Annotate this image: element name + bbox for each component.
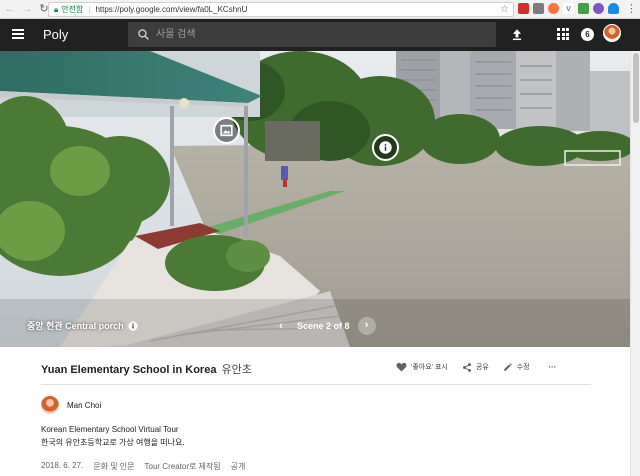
scene-caption: 중앙 현관 Central porch — [27, 319, 138, 332]
user-avatar[interactable] — [603, 24, 621, 42]
lock-icon: 🔒︎ — [54, 4, 59, 14]
heart-icon — [396, 362, 407, 372]
share-button[interactable]: 공유 — [462, 362, 489, 373]
back-icon[interactable]: ← — [3, 2, 17, 16]
scene-counter: Scene 2 of 8 — [297, 321, 350, 331]
more-options-icon[interactable]: ··· — [548, 361, 557, 373]
url-text: https://poly.google.com/view/fa0L_KCshnU — [95, 5, 248, 14]
author-avatar[interactable] — [41, 396, 59, 414]
publish-date: 2018. 6. 27. — [41, 461, 84, 470]
pencil-icon — [503, 363, 512, 371]
browser-toolbar: ← → ↻ 🔒︎ 안전함 | https://poly.google.com/v… — [0, 0, 640, 19]
extension-icon-gray[interactable] — [533, 3, 544, 14]
category-link[interactable]: 문화 및 인문 — [93, 461, 134, 472]
search-icon — [138, 29, 149, 40]
app-header: Poly 6 — [0, 19, 640, 51]
chrome-menu-icon[interactable]: ⋮ — [626, 2, 637, 15]
page-scrollbar[interactable] — [630, 51, 640, 476]
extension-icon-blue[interactable] — [608, 3, 619, 14]
photo-hotspot-button[interactable] — [213, 117, 240, 144]
edit-button[interactable]: 수정 — [503, 362, 530, 372]
info-icon — [379, 141, 392, 154]
search-box[interactable] — [128, 22, 496, 47]
address-bar[interactable]: 🔒︎ 안전함 | https://poly.google.com/view/fa… — [48, 2, 514, 17]
notification-badge[interactable]: 6 — [581, 28, 594, 41]
caption-info-icon[interactable] — [128, 320, 138, 331]
like-label: '좋아요' 표시 — [411, 364, 448, 371]
divider — [41, 384, 591, 385]
hamburger-menu-icon[interactable] — [12, 29, 24, 39]
visibility-label: 공개 — [230, 462, 246, 471]
author-name[interactable]: Man Choi — [67, 401, 101, 410]
url-separator: | — [88, 5, 91, 14]
asset-title: Yuan Elementary School in Korea 유안초 — [41, 361, 252, 377]
description-line-1: Korean Elementary School Virtual Tour — [41, 425, 179, 434]
search-input[interactable] — [156, 26, 486, 43]
info-hotspot-button[interactable] — [372, 134, 399, 161]
created-with-label: Tour Creator로 제작됨 — [144, 462, 221, 471]
image-icon — [220, 124, 233, 137]
share-label: 공유 — [475, 364, 489, 371]
upload-icon[interactable] — [510, 27, 524, 42]
scene-navigator: ‹ Scene 2 of 8 › — [273, 317, 376, 335]
asset-title-ko: 유안초 — [221, 364, 252, 376]
action-bar: '좋아요' 표시 공유 수정 ··· — [396, 358, 557, 376]
asset-metadata: 2018. 6. 27. 문화 및 인문 Tour Creator로 제작됨 공… — [41, 461, 255, 472]
extension-icon-orange[interactable] — [548, 3, 559, 14]
previous-scene-button[interactable]: ‹ — [273, 320, 289, 332]
security-label: 안전함 — [61, 5, 84, 14]
asset-title-en: Yuan Elementary School in Korea — [41, 364, 217, 376]
like-button[interactable]: '좋아요' 표시 — [396, 362, 448, 372]
scene-photo — [0, 51, 630, 347]
share-icon — [462, 362, 471, 372]
edit-label: 수정 — [516, 364, 530, 371]
scene-viewer[interactable]: 중앙 현관 Central porch ‹ Scene 2 of 8 › — [0, 51, 630, 347]
description-line-2: 한국의 유안초등학교로 가상 여행을 떠나요. — [41, 438, 185, 447]
apps-grid-icon[interactable] — [557, 28, 569, 40]
bookmark-star-icon[interactable]: ☆ — [500, 4, 509, 15]
next-scene-button[interactable]: › — [357, 317, 376, 335]
extension-icon-red[interactable] — [518, 3, 529, 14]
scrollbar-thumb[interactable] — [633, 53, 639, 123]
extension-icon-green[interactable] — [578, 3, 589, 14]
forward-icon[interactable]: → — [20, 2, 34, 16]
extension-icon-v[interactable]: v — [563, 3, 574, 14]
poly-logo[interactable]: Poly — [43, 27, 68, 42]
scene-caption-text: 중앙 현관 Central porch — [27, 321, 124, 331]
extension-icon-purple[interactable] — [593, 3, 604, 14]
